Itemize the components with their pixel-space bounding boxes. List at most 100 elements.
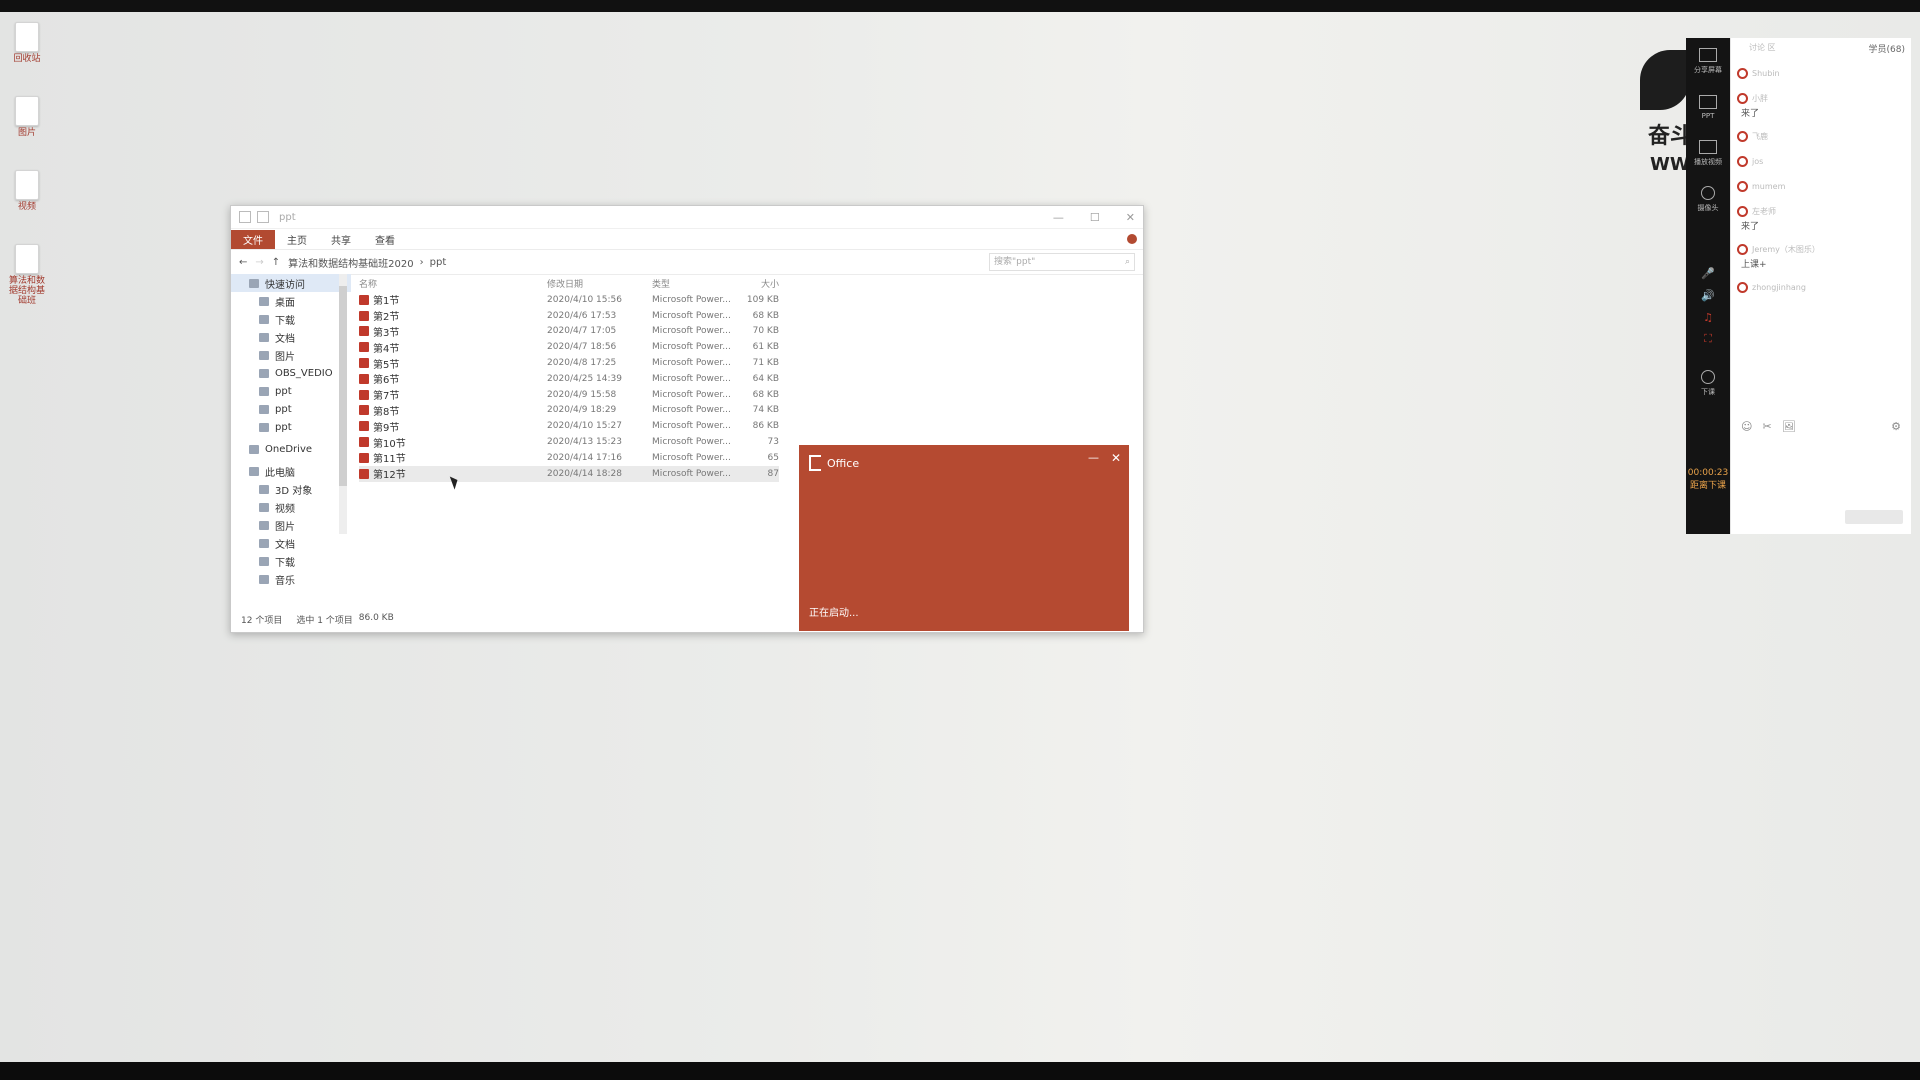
- powerpoint-file-icon: [359, 389, 369, 400]
- nav-item[interactable]: 文档: [231, 534, 351, 552]
- nav-label: OneDrive: [265, 443, 313, 455]
- file-row[interactable]: 第12节 2020/4/14 18:28 Microsoft Power... 87: [359, 465, 779, 482]
- nav-this-pc[interactable]: 此电脑: [231, 462, 351, 480]
- file-row[interactable]: 第1节 2020/4/10 15:56 Microsoft Power... 109 …: [359, 292, 779, 308]
- file-name: 第10节: [373, 438, 406, 450]
- maximize-button[interactable]: ☐: [1090, 211, 1100, 224]
- scrollbar-thumb[interactable]: [339, 286, 347, 486]
- nav-item[interactable]: ppt: [231, 382, 351, 400]
- nav-label: 音乐: [275, 575, 295, 587]
- speaker-button[interactable]: 🔊: [1686, 284, 1730, 306]
- breadcrumb-item[interactable]: 算法和数据结构基础班2020: [288, 255, 413, 270]
- chat-username: Jeremy（木图乐）: [1752, 245, 1820, 254]
- ppt-button[interactable]: PPT: [1686, 84, 1730, 130]
- file-row[interactable]: 第10节 2020/4/13 15:23 Microsoft Power... 73: [359, 434, 779, 450]
- nav-item[interactable]: ppt: [231, 418, 351, 436]
- pictures-icon: [259, 520, 269, 530]
- tab-home[interactable]: 主页: [275, 230, 319, 249]
- breadcrumb[interactable]: 算法和数据结构基础班2020 › ppt: [288, 255, 446, 270]
- nav-item[interactable]: 音乐: [231, 570, 351, 588]
- chat-tab[interactable]: 讨论 区: [1749, 42, 1776, 58]
- stream-logo-icon: [1640, 50, 1690, 110]
- desktop-icon-pictures[interactable]: 图片: [6, 96, 48, 138]
- fullscreen-button[interactable]: ⛶: [1686, 328, 1730, 350]
- pictures-icon: [259, 350, 269, 360]
- file-row[interactable]: 第7节 2020/4/9 15:58 Microsoft Power... 68 KB: [359, 387, 779, 403]
- chat-username: mumem: [1752, 182, 1786, 191]
- desktop-icon-label: 图片: [17, 128, 36, 138]
- file-row[interactable]: 第2节 2020/4/6 17:53 Microsoft Power... 68 KB: [359, 308, 779, 324]
- nav-item[interactable]: ppt: [231, 400, 351, 418]
- file-row[interactable]: 第11节 2020/4/14 17:16 Microsoft Power... 65: [359, 450, 779, 466]
- nav-item[interactable]: 3D 对象: [231, 480, 351, 498]
- nav-onedrive[interactable]: OneDrive: [231, 440, 351, 458]
- nav-item[interactable]: 下载: [231, 552, 351, 570]
- file-type: Microsoft Power...: [652, 389, 731, 400]
- search-input[interactable]: 搜索"ppt" ⌕: [989, 253, 1135, 271]
- breadcrumb-item[interactable]: ppt: [430, 257, 447, 268]
- file-name: 第11节: [373, 454, 406, 466]
- microphone-button[interactable]: 🎤: [1686, 262, 1730, 284]
- tab-file[interactable]: 文件: [231, 229, 275, 249]
- nav-item[interactable]: 桌面: [231, 292, 351, 310]
- minimize-button[interactable]: —: [1053, 211, 1064, 224]
- music-button[interactable]: ♫: [1686, 306, 1730, 328]
- end-class-button[interactable]: 下课: [1686, 360, 1730, 406]
- file-row[interactable]: 第3节 2020/4/7 17:05 Microsoft Power... 70 KB: [359, 324, 779, 340]
- file-row[interactable]: 第8节 2020/4/9 18:29 Microsoft Power... 74 KB: [359, 403, 779, 419]
- powerpoint-file-icon: [359, 373, 369, 384]
- play-video-button[interactable]: 播放视频: [1686, 130, 1730, 176]
- back-button[interactable]: ←: [239, 257, 247, 268]
- close-button[interactable]: ✕: [1126, 211, 1135, 224]
- nav-quick-access[interactable]: 快速访问: [231, 274, 351, 292]
- file-name: 第1节: [373, 296, 400, 308]
- settings-button[interactable]: ⚙: [1891, 420, 1901, 433]
- column-type[interactable]: 类型: [652, 277, 741, 290]
- tab-view[interactable]: 查看: [363, 230, 407, 249]
- share-screen-button[interactable]: 分享屏幕: [1686, 38, 1730, 84]
- star-icon: [249, 278, 259, 288]
- column-size[interactable]: 大小: [741, 277, 779, 290]
- quick-access-properties-icon[interactable]: [239, 211, 251, 223]
- nav-item[interactable]: 下载: [231, 310, 351, 328]
- close-button[interactable]: ✕: [1111, 451, 1121, 465]
- column-date[interactable]: 修改日期: [547, 277, 652, 290]
- nav-item[interactable]: 图片: [231, 516, 351, 534]
- quick-access-new-folder-icon[interactable]: [257, 211, 269, 223]
- file-row[interactable]: 第5节 2020/4/8 17:25 Microsoft Power... 71 KB: [359, 355, 779, 371]
- screenshot-button[interactable]: ✂: [1762, 420, 1771, 433]
- file-row[interactable]: 第9节 2020/4/10 15:27 Microsoft Power... 86 K…: [359, 418, 779, 434]
- tab-share[interactable]: 共享: [319, 230, 363, 249]
- column-name[interactable]: 名称: [359, 277, 547, 290]
- up-button[interactable]: ↑: [272, 257, 280, 268]
- forward-button[interactable]: →: [255, 257, 263, 268]
- nav-item[interactable]: 图片: [231, 346, 351, 364]
- avatar: [1737, 156, 1748, 167]
- selection-size: 86.0 KB: [358, 613, 394, 623]
- button-label: 播放视频: [1694, 157, 1722, 166]
- send-button[interactable]: [1845, 510, 1903, 524]
- nav-scrollbar[interactable]: [339, 274, 347, 534]
- ribbon-tabs: 文件 主页 共享 查看: [231, 229, 1143, 250]
- help-icon[interactable]: [1127, 234, 1137, 244]
- file-date: 2020/4/7 18:56: [547, 342, 617, 353]
- nav-label: OBS_VEDIO: [275, 367, 333, 379]
- emoji-button[interactable]: ☺: [1741, 420, 1752, 433]
- camera-button[interactable]: 摄像头: [1686, 176, 1730, 222]
- stream-logo-www: WW: [1650, 154, 1690, 175]
- desktop-icon-video[interactable]: 视频: [6, 170, 48, 212]
- image-button[interactable]: 🖼: [1782, 420, 1796, 433]
- powerpoint-file-icon: [359, 294, 369, 305]
- nav-item[interactable]: OBS_VEDIO: [231, 364, 351, 382]
- desktop-icon-course[interactable]: 算法和数据结构基础班: [6, 244, 48, 306]
- desktop-icon-recycle-bin[interactable]: 回收站: [6, 22, 48, 64]
- nav-item[interactable]: 视频: [231, 498, 351, 516]
- folder-icon: [259, 422, 269, 432]
- nav-item[interactable]: 文档: [231, 328, 351, 346]
- minimize-button[interactable]: —: [1088, 451, 1099, 464]
- student-count[interactable]: 学员(68): [1869, 42, 1905, 58]
- file-row[interactable]: 第6节 2020/4/25 14:39 Microsoft Power... 64 K…: [359, 371, 779, 387]
- file-name: 第8节: [373, 406, 400, 418]
- avatar: [1737, 68, 1748, 79]
- file-row[interactable]: 第4节 2020/4/7 18:56 Microsoft Power... 61 KB: [359, 339, 779, 355]
